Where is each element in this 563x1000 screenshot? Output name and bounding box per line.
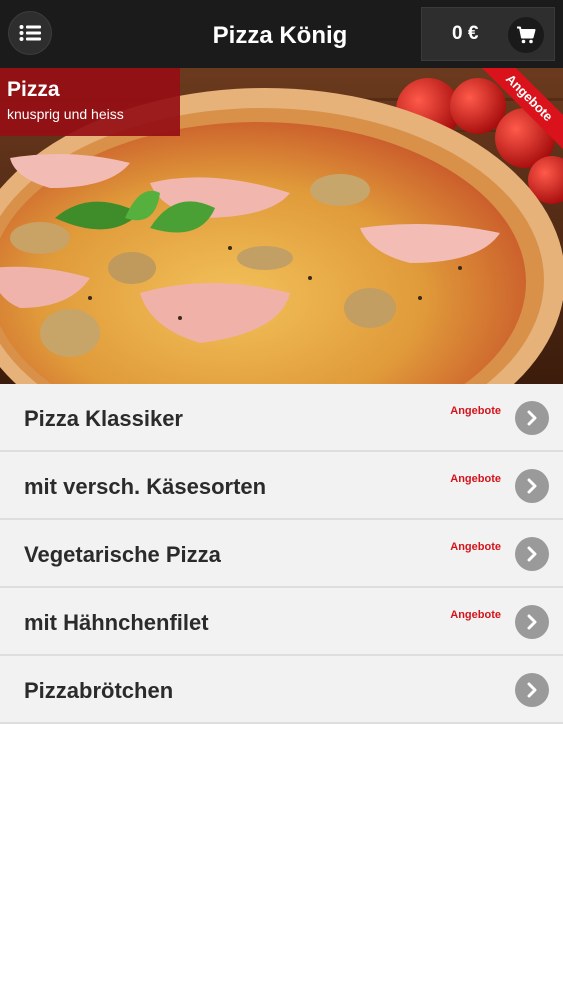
category-subtitle: knusprig und heiss <box>7 106 124 122</box>
list-item[interactable]: Pizza Klassiker Angebote <box>0 384 563 452</box>
list-item[interactable]: Pizzabrötchen <box>0 656 563 724</box>
list-item-label: Pizzabrötchen <box>24 678 174 703</box>
menu-list: Pizza Klassiker Angebote mit versch. Käs… <box>0 384 563 724</box>
list-item[interactable]: mit versch. Käsesorten Angebote <box>0 452 563 520</box>
chevron-right-icon[interactable] <box>515 469 549 503</box>
app-title: Pizza König <box>212 22 348 49</box>
list-item-label: mit Hähnchenfilet <box>24 610 209 635</box>
category-title: Pizza <box>7 78 60 101</box>
chevron-right-icon[interactable] <box>515 673 549 707</box>
offer-badge: Angebote <box>450 405 501 417</box>
category-banner: Pizza knusprig und heiss Angebote <box>0 68 563 384</box>
cart-icon <box>517 26 536 44</box>
list-item-label: Pizza Klassiker <box>24 406 183 431</box>
app: Pizza König 0 € Pizza knusprig und heiss… <box>0 0 563 1000</box>
list-item[interactable]: Vegetarische Pizza Angebote <box>0 520 563 588</box>
cart-icon-holder[interactable] <box>508 17 544 53</box>
chevron-right-icon[interactable] <box>515 605 549 639</box>
list-item-label: mit versch. Käsesorten <box>24 474 267 499</box>
category-label-box: Pizza knusprig und heiss <box>0 68 180 136</box>
chevron-right-icon[interactable] <box>515 401 549 435</box>
menu-button[interactable] <box>8 11 52 55</box>
offer-ribbon[interactable]: Angebote <box>481 68 563 150</box>
offer-badge: Angebote <box>450 609 501 621</box>
top-bar: Pizza König 0 € <box>0 0 563 68</box>
cart-button[interactable]: 0 € <box>421 7 555 61</box>
list-menu-icon <box>19 25 41 41</box>
offer-ribbon-label: Angebote <box>481 68 563 150</box>
chevron-right-icon[interactable] <box>515 537 549 571</box>
cart-total: 0 € <box>452 23 479 44</box>
list-item[interactable]: mit Hähnchenfilet Angebote <box>0 588 563 656</box>
offer-badge: Angebote <box>450 541 501 553</box>
offer-badge: Angebote <box>450 473 501 485</box>
list-item-label: Vegetarische Pizza <box>24 542 221 567</box>
